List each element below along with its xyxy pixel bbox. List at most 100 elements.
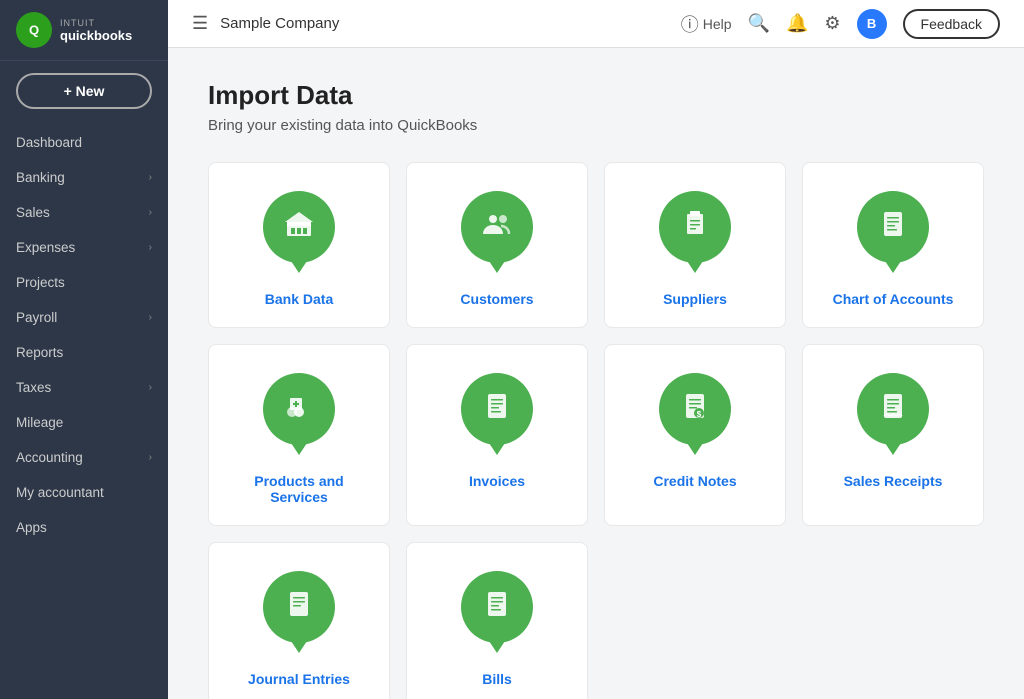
import-card-journal-entries[interactable]: Journal Entries (208, 542, 390, 699)
card-label: Bills (482, 671, 512, 687)
card-label: Chart of Accounts (833, 291, 954, 307)
chevron-right-icon: › (149, 452, 152, 463)
card-icon-bubble (263, 571, 335, 651)
card-label: Customers (460, 291, 533, 307)
import-card-credit-notes[interactable]: $ Credit Notes (604, 344, 786, 526)
feedback-button[interactable]: Feedback (903, 9, 1000, 39)
quickbooks-logo-icon: Q (16, 12, 52, 48)
chevron-right-icon: › (149, 312, 152, 323)
sidebar-item-label: Dashboard (16, 135, 82, 150)
svg-text:Q: Q (29, 23, 39, 38)
bubble-shape (263, 373, 335, 445)
sidebar-item-accounting[interactable]: Accounting › (0, 440, 168, 475)
sidebar-item-label: Sales (16, 205, 50, 220)
import-card-bank-data[interactable]: Bank Data (208, 162, 390, 328)
sidebar-item-reports[interactable]: Reports (0, 335, 168, 370)
sidebar-item-label: My accountant (16, 485, 104, 500)
import-cards-grid: Bank Data Customers Suppliers Chart of Acco… (208, 162, 984, 699)
card-label: Bank Data (265, 291, 333, 307)
sidebar: Q intuit quickbooks + New Dashboard Banki… (0, 0, 168, 699)
svg-text:$: $ (697, 410, 702, 419)
invoices-icon (481, 390, 513, 429)
card-label: Suppliers (663, 291, 727, 307)
logo-text: intuit quickbooks (60, 18, 132, 43)
sidebar-item-label: Accounting (16, 450, 83, 465)
topbar-left: ☰ Sample Company (192, 13, 339, 34)
sidebar-item-dashboard[interactable]: Dashboard (0, 125, 168, 160)
journal-entries-icon (283, 588, 315, 627)
customers-icon (481, 208, 513, 247)
chevron-right-icon: › (149, 242, 152, 253)
topbar-right: ⓘ Help 🔍 🔔 ⚙ B Feedback (681, 9, 1000, 39)
sales-receipts-icon (877, 390, 909, 429)
chart-of-accounts-icon (877, 208, 909, 247)
bubble-shape (263, 571, 335, 643)
chevron-right-icon: › (149, 172, 152, 183)
sidebar-item-banking[interactable]: Banking › (0, 160, 168, 195)
chevron-right-icon: › (149, 207, 152, 218)
bubble-shape (857, 191, 929, 263)
logo-area: Q intuit quickbooks (0, 0, 168, 61)
search-icon[interactable]: 🔍 (748, 13, 770, 34)
main-area: ☰ Sample Company ⓘ Help 🔍 🔔 ⚙ B Feedback… (168, 0, 1024, 699)
sidebar-item-expenses[interactable]: Expenses › (0, 230, 168, 265)
chevron-right-icon: › (149, 382, 152, 393)
import-card-sales-receipts[interactable]: Sales Receipts (802, 344, 984, 526)
bank-data-icon (283, 208, 315, 247)
sidebar-item-label: Payroll (16, 310, 57, 325)
import-card-chart-of-accounts[interactable]: Chart of Accounts (802, 162, 984, 328)
card-label: Credit Notes (653, 473, 736, 489)
bubble-shape (857, 373, 929, 445)
sidebar-item-taxes[interactable]: Taxes › (0, 370, 168, 405)
import-card-suppliers[interactable]: Suppliers (604, 162, 786, 328)
sidebar-item-label: Mileage (16, 415, 63, 430)
bubble-shape (461, 191, 533, 263)
card-icon-bubble (461, 373, 533, 453)
sidebar-item-payroll[interactable]: Payroll › (0, 300, 168, 335)
bubble-shape (659, 191, 731, 263)
sidebar-nav: Dashboard Banking › Sales › Expenses › Projects… (0, 121, 168, 699)
settings-icon[interactable]: ⚙ (824, 13, 840, 34)
sidebar-item-sales[interactable]: Sales › (0, 195, 168, 230)
card-label: Journal Entries (248, 671, 350, 687)
notification-icon[interactable]: 🔔 (786, 13, 808, 34)
sidebar-item-label: Projects (16, 275, 65, 290)
help-circle-icon: ⓘ (681, 11, 699, 37)
sidebar-item-label: Reports (16, 345, 63, 360)
card-label: Sales Receipts (844, 473, 943, 489)
content-area: Import Data Bring your existing data int… (168, 48, 1024, 699)
new-button[interactable]: + New (16, 73, 152, 109)
import-card-customers[interactable]: Customers (406, 162, 588, 328)
import-card-products-and-services[interactable]: Products and Services (208, 344, 390, 526)
import-card-bills[interactable]: Bills (406, 542, 588, 699)
sidebar-item-my-accountant[interactable]: My accountant (0, 475, 168, 510)
bubble-shape (461, 571, 533, 643)
user-avatar[interactable]: B (857, 9, 887, 39)
page-title: Import Data (208, 80, 984, 111)
card-icon-bubble: $ (659, 373, 731, 453)
bubble-shape (461, 373, 533, 445)
card-icon-bubble (461, 191, 533, 271)
card-label: Invoices (469, 473, 525, 489)
sidebar-item-apps[interactable]: Apps (0, 510, 168, 545)
sidebar-item-label: Expenses (16, 240, 75, 255)
card-label: Products and Services (225, 473, 373, 505)
sidebar-item-label: Taxes (16, 380, 51, 395)
topbar: ☰ Sample Company ⓘ Help 🔍 🔔 ⚙ B Feedback (168, 0, 1024, 48)
help-label: Help (703, 16, 732, 32)
sidebar-item-label: Banking (16, 170, 65, 185)
card-icon-bubble (263, 191, 335, 271)
card-icon-bubble (263, 373, 335, 453)
sidebar-item-projects[interactable]: Projects (0, 265, 168, 300)
bills-icon (481, 588, 513, 627)
page-subtitle: Bring your existing data into QuickBooks (208, 117, 984, 134)
card-icon-bubble (857, 191, 929, 271)
sidebar-item-mileage[interactable]: Mileage (0, 405, 168, 440)
card-icon-bubble (659, 191, 731, 271)
help-button[interactable]: ⓘ Help (681, 11, 732, 37)
import-card-invoices[interactable]: Invoices (406, 344, 588, 526)
card-icon-bubble (857, 373, 929, 453)
bubble-shape (263, 191, 335, 263)
bubble-shape: $ (659, 373, 731, 445)
hamburger-icon[interactable]: ☰ (192, 13, 208, 34)
